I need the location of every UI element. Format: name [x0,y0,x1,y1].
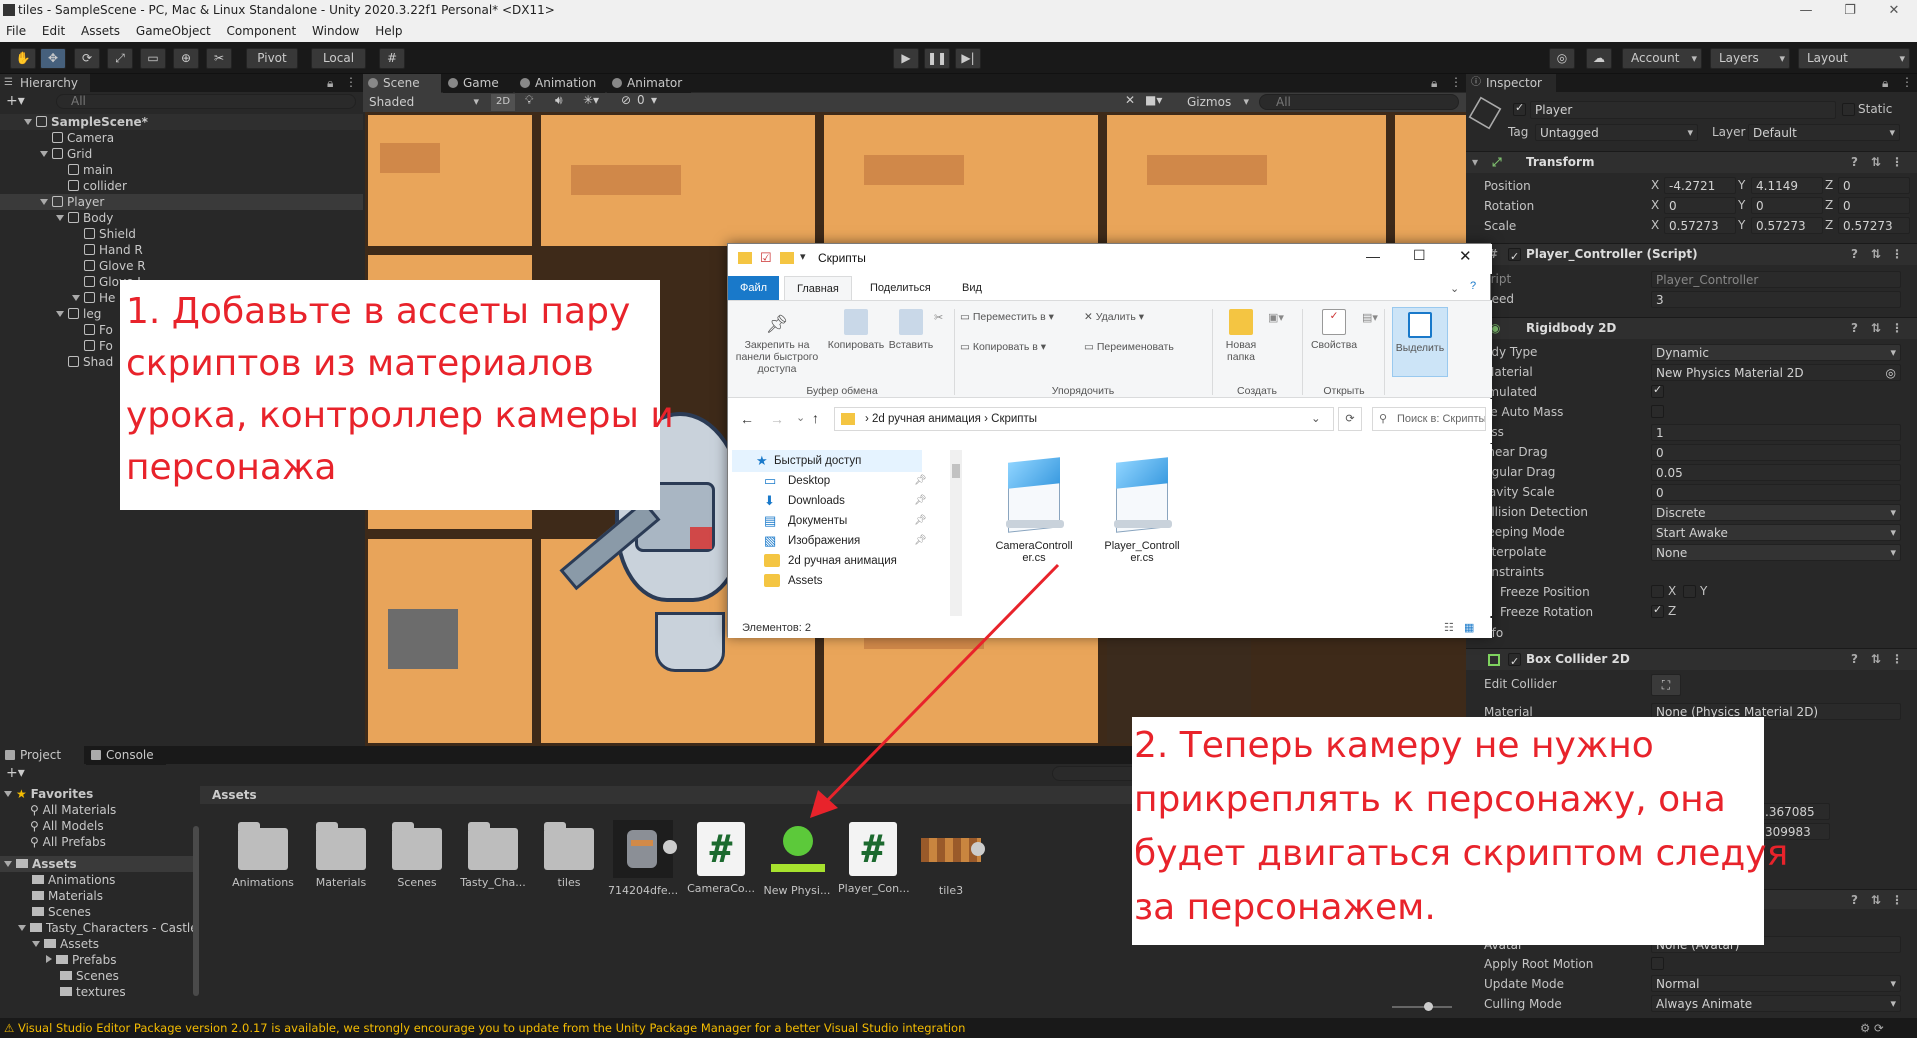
arrow-line [816,563,1060,812]
annotation-arrow [810,563,1060,818]
